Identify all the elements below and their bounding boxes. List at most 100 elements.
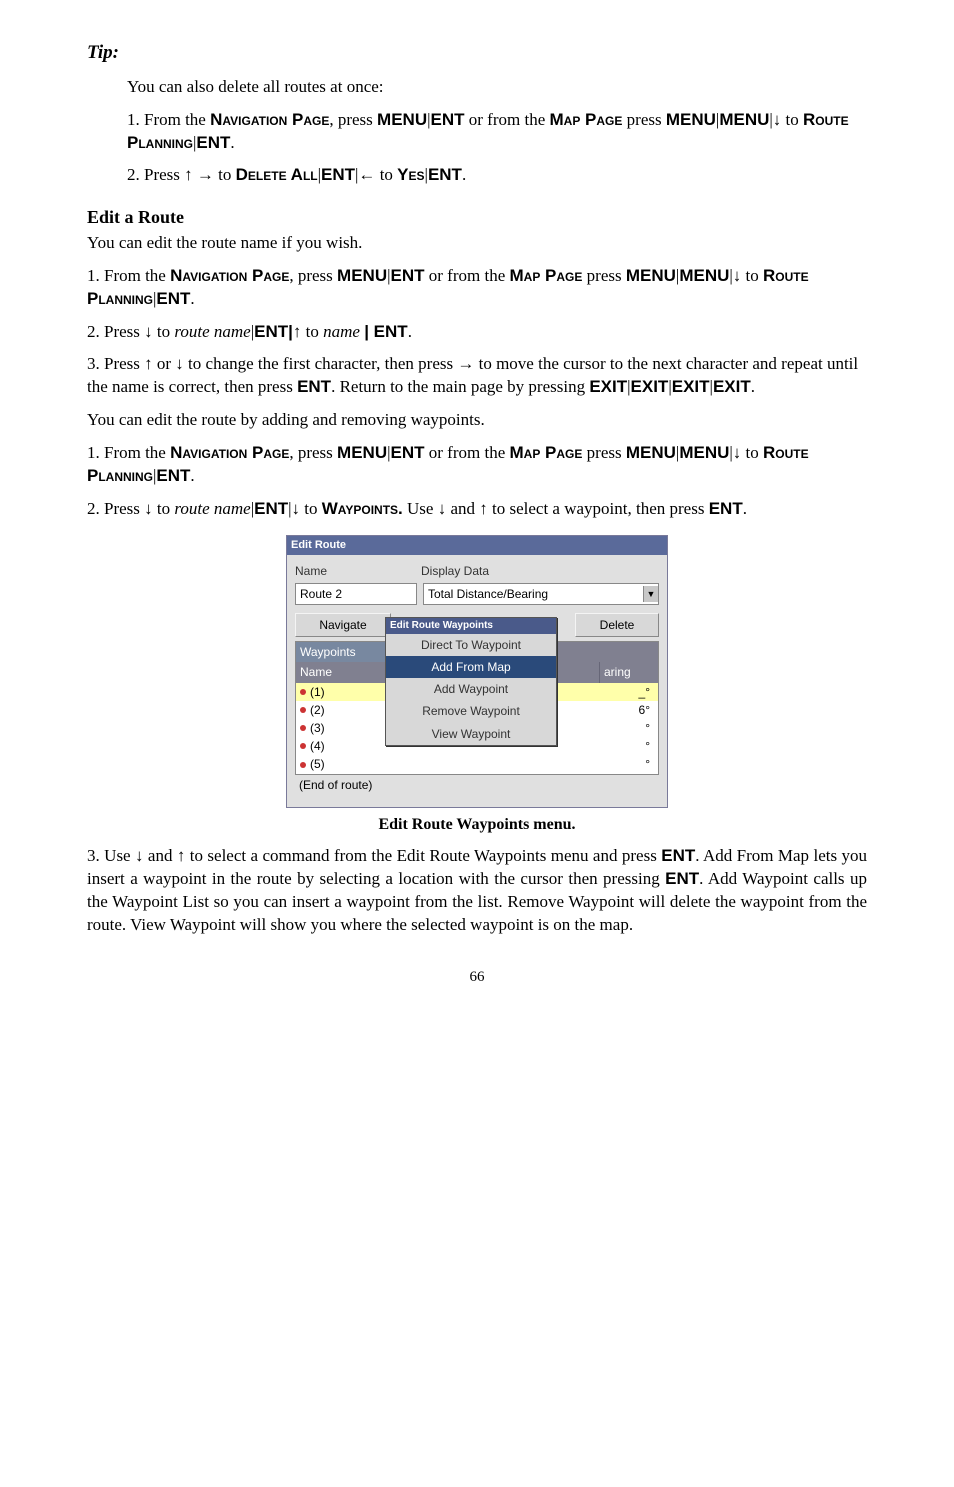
window-title: Edit Route (287, 536, 667, 555)
para-step3: 3. Use ↓ and ↑ to select a command from … (87, 845, 867, 937)
text: , press (289, 266, 337, 285)
text: press (627, 110, 666, 129)
text: to (301, 322, 323, 341)
tip-section: Tip: You can also delete all routes at o… (87, 40, 867, 187)
menu-key: MENU (626, 443, 676, 462)
text: 1. From the (87, 266, 170, 285)
text: to (741, 266, 763, 285)
display-data-label: Display Data (421, 561, 489, 581)
text: 1. From the (87, 443, 170, 462)
nav-page-label: Navigation Page (210, 110, 329, 129)
navigate-button[interactable]: Navigate (295, 613, 391, 637)
text: 3. Use ↓ and ↑ to select a command from … (87, 846, 661, 865)
row-label: (5) (310, 756, 325, 772)
text: or from the (425, 443, 510, 462)
text: to (153, 322, 175, 341)
col-bearing: aring (600, 662, 658, 682)
edit-route-window: Edit Route Name Display Data Route 2 Tot… (286, 535, 668, 808)
name-label: Name (295, 561, 415, 581)
tip-heading: Tip: (87, 40, 867, 66)
ent-key: ENT (196, 133, 230, 152)
pipe-ent: | ENT (364, 322, 407, 341)
edit-can-edit: You can edit the route by adding and rem… (87, 409, 867, 432)
exit-key: EXIT (589, 377, 627, 396)
text: , press (289, 443, 337, 462)
route-name-var: route name (174, 322, 250, 341)
text: to (741, 443, 763, 462)
waypoint-dot-icon (300, 725, 306, 731)
menu-key: MENU (626, 266, 676, 285)
tip-intro: You can also delete all routes at once: (127, 76, 867, 99)
text: or from the (425, 266, 510, 285)
menu-key: MENU (666, 110, 716, 129)
text: 2. Press (87, 499, 144, 518)
context-menu: Edit Route Waypoints Direct To Waypoint … (385, 617, 557, 745)
ent-key: ENT (156, 466, 190, 485)
menu-item-view-waypoint[interactable]: View Waypoint (386, 723, 556, 745)
text: to (153, 499, 175, 518)
edit-step3: 3. Press ↑ or ↓ to change the first char… (87, 353, 867, 399)
text: press (582, 266, 625, 285)
ent-key: ENT| (254, 322, 293, 341)
menu-item-add-from-map[interactable]: Add From Map (386, 656, 556, 678)
text: , press (329, 110, 377, 129)
page-number: 66 (87, 967, 867, 987)
row-label: (1) (310, 684, 325, 700)
waypoints-tab[interactable]: Waypoints (296, 642, 391, 662)
row-label: (4) (310, 738, 325, 754)
text: to (300, 499, 322, 518)
table-row[interactable]: (5) ° (296, 755, 658, 773)
tip-step2: 2. Press ↑ → to Delete All|ENT|← to Yes|… (127, 164, 867, 187)
end-of-route: (End of route) (295, 775, 659, 795)
menu-key: MENU (679, 443, 729, 462)
ent-key: ENT (254, 499, 288, 518)
text: . Return to the main page by pressing (331, 377, 589, 396)
route-name-input[interactable]: Route 2 (295, 583, 417, 605)
exit-key: EXIT (631, 377, 669, 396)
yes-label: Yes (397, 165, 424, 184)
delete-button[interactable]: Delete (575, 613, 659, 637)
exit-key: EXIT (672, 377, 710, 396)
menu-item-add-waypoint[interactable]: Add Waypoint (386, 678, 556, 700)
ent-key: ENT (661, 846, 695, 865)
ent-key: ENT (665, 869, 699, 888)
dropdown-value: Total Distance/Bearing (428, 586, 548, 602)
col-name: Name (296, 662, 391, 682)
name-var: name (323, 322, 360, 341)
text: 1. From the (127, 110, 210, 129)
bearing-value: ° (645, 756, 650, 772)
route-name-var: route name (174, 499, 250, 518)
tip-step1: 1. From the Navigation Page, press MENU|… (127, 109, 867, 155)
waypoints-label: Waypoints. (322, 499, 403, 518)
text: to (375, 165, 397, 184)
ent-key: ENT (428, 165, 462, 184)
text: 2. Press (127, 165, 184, 184)
exit-key: EXIT (713, 377, 751, 396)
text: press (582, 443, 625, 462)
edit-wp-step2: 2. Press ↓ to route name|ENT|↓ to Waypoi… (87, 498, 867, 521)
menu-key: MENU (679, 266, 729, 285)
nav-page-label: Navigation Page (170, 266, 289, 285)
delete-all-label: Delete All (236, 165, 318, 184)
chevron-down-icon[interactable]: ▼ (643, 586, 658, 602)
figure-caption: Edit Route Waypoints menu. (87, 814, 867, 836)
waypoint-dot-icon (300, 762, 306, 768)
screenshot-figure: Edit Route Name Display Data Route 2 Tot… (87, 535, 867, 808)
map-page-label: Map Page (510, 443, 583, 462)
ent-key: ENT (321, 165, 355, 184)
text: or from the (465, 110, 550, 129)
menu-item-remove-waypoint[interactable]: Remove Waypoint (386, 700, 556, 722)
row-label: (2) (310, 702, 325, 718)
menu-key: MENU (719, 110, 769, 129)
waypoint-dot-icon (300, 689, 306, 695)
route-value: Route 2 (300, 586, 342, 602)
text: Use ↓ and ↑ to select a waypoint, then p… (403, 499, 709, 518)
ent-key: ENT (156, 289, 190, 308)
menu-item-direct-to[interactable]: Direct To Waypoint (386, 634, 556, 656)
ent-key: ENT (431, 110, 465, 129)
edit-route-heading: Edit a Route (87, 205, 867, 229)
display-data-dropdown[interactable]: Total Distance/Bearing ▼ (423, 583, 659, 605)
map-page-label: Map Page (550, 110, 623, 129)
edit-step1: 1. From the Navigation Page, press MENU|… (87, 265, 867, 311)
ent-key: ENT (391, 443, 425, 462)
